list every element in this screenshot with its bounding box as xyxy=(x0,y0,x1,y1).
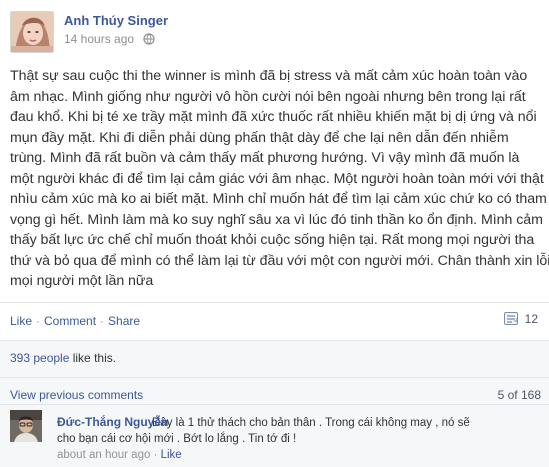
post-text-line: đau khổ. Khi bị té xe trầy mặt mình đã x… xyxy=(10,109,537,125)
commenter-name[interactable]: Đức-Thắng Nguyễn xyxy=(57,415,168,429)
share-icon xyxy=(503,312,518,325)
post-timestamp[interactable]: 14 hours ago xyxy=(64,32,134,46)
divider xyxy=(0,377,549,378)
post-actions: Like · Comment · Share xyxy=(10,314,140,328)
comment-link[interactable]: Comment xyxy=(44,314,96,328)
globe-icon xyxy=(143,33,156,48)
separator: · xyxy=(153,449,158,461)
comment-text-line: cho bạn cái cơ hội mới . Bớt lo lắng . T… xyxy=(57,433,297,445)
post-text-line: mụn đầy mặt. Khi đi diễn phải dùng phấn … xyxy=(10,129,509,146)
likes-summary: 393 people like this. xyxy=(10,351,116,365)
like-link[interactable]: Like xyxy=(10,314,32,328)
share-count[interactable]: 12 xyxy=(503,312,538,326)
post-text-line: âm nhạc. Mình giống như người vô hồn cườ… xyxy=(10,88,526,105)
likes-count-link[interactable]: 393 people xyxy=(10,351,69,365)
share-link[interactable]: Share xyxy=(108,314,140,328)
author-avatar[interactable] xyxy=(10,11,54,53)
post-text-line: nhìu cảm xúc mà ko ai biết mặt. Mình chỉ… xyxy=(10,191,547,207)
commenter-avatar[interactable] xyxy=(10,410,42,442)
post-text-line: vọng gì hết. Mình làm mà ko suy nghĩ sâu… xyxy=(10,211,543,228)
post-text: Thật sự sau cuộc thi the winner is mình … xyxy=(10,66,549,292)
post-text-line: mọi người một lần nữa xyxy=(10,273,154,289)
divider xyxy=(0,340,549,341)
comment-like-link[interactable]: Like xyxy=(161,449,182,461)
share-count-value: 12 xyxy=(524,312,538,326)
post-text-line: Thật sự sau cuộc thi the winner is mình … xyxy=(10,68,528,84)
view-previous-comments-link[interactable]: View previous comments xyxy=(10,388,143,402)
separator: · xyxy=(100,314,105,328)
post-text-line: thấy bất lực ức chế chỉ muốn thoát khỏi … xyxy=(10,232,535,248)
separator: · xyxy=(36,314,41,328)
post-text-line: thứ và bỏ qua để mình có thể làm lại từ … xyxy=(10,252,549,269)
post-text-line: một người khác đi để tìm lại cảm giác vớ… xyxy=(10,170,544,187)
author-name[interactable]: Anh Thúy Singer xyxy=(64,13,168,28)
comments-pager: 5 of 168 xyxy=(497,388,541,402)
divider xyxy=(0,404,549,405)
comments-section: 393 people like this. View previous comm… xyxy=(0,340,549,467)
facebook-post: Anh Thúy Singer 14 hours ago Thật sự sau… xyxy=(0,0,549,467)
likes-suffix: like this. xyxy=(69,351,117,365)
comment-meta: about an hour ago · Like xyxy=(57,449,182,461)
post-text-line: trùng. Mình đã rất buồn và cảm thấy mất … xyxy=(10,150,520,166)
post-meta: 14 hours ago xyxy=(64,32,156,48)
comment-timestamp[interactable]: about an hour ago xyxy=(57,449,150,461)
divider xyxy=(0,302,549,303)
